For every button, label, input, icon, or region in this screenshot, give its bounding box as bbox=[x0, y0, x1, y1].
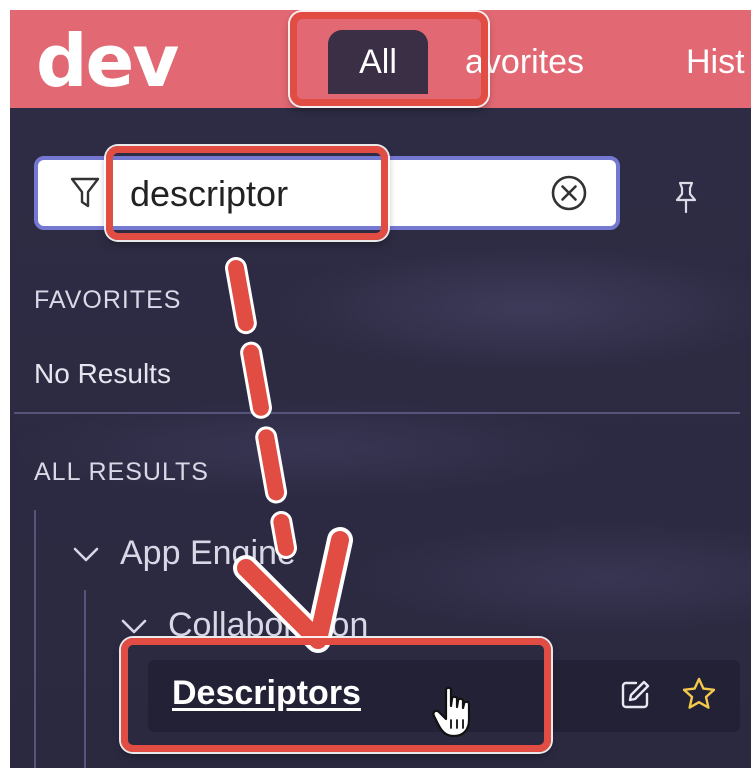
tree-subgroup-collaboration[interactable]: Collaboration bbox=[120, 606, 368, 645]
tab-history[interactable]: Hist bbox=[686, 30, 745, 94]
favorites-heading: FAVORITES bbox=[34, 286, 182, 314]
all-results-heading: ALL RESULTS bbox=[34, 458, 209, 486]
tree-group-app-engine[interactable]: App Engine bbox=[72, 534, 296, 573]
star-outline-icon[interactable] bbox=[681, 676, 717, 712]
tree-guide-line bbox=[34, 510, 36, 768]
filter-input[interactable] bbox=[130, 170, 530, 218]
tree-guide-line bbox=[84, 590, 86, 768]
tree-subgroup-label: Collaboration bbox=[168, 606, 369, 644]
hand-pointer-cursor-icon bbox=[432, 686, 471, 738]
filter-field[interactable] bbox=[34, 156, 620, 230]
navigator-panel: dev All avorites Hist FAVORITES No Resul… bbox=[10, 10, 751, 768]
favorites-empty-text: No Results bbox=[34, 358, 171, 389]
logo: dev bbox=[36, 19, 179, 103]
descriptors-link[interactable]: Descriptors bbox=[172, 674, 361, 713]
filter-funnel-icon bbox=[70, 177, 100, 208]
pin-icon[interactable] bbox=[672, 180, 700, 216]
tab-all[interactable]: All bbox=[328, 30, 428, 94]
chevron-down-icon bbox=[121, 619, 147, 634]
edit-pencil-icon[interactable] bbox=[618, 678, 652, 712]
tree-group-label: App Engine bbox=[120, 534, 296, 572]
section-divider bbox=[14, 412, 740, 414]
chevron-down-icon bbox=[73, 547, 99, 562]
tab-favorites[interactable]: avorites bbox=[465, 30, 584, 94]
clear-circle-x-icon[interactable] bbox=[550, 174, 588, 212]
top-bar: dev All avorites Hist bbox=[10, 10, 751, 108]
